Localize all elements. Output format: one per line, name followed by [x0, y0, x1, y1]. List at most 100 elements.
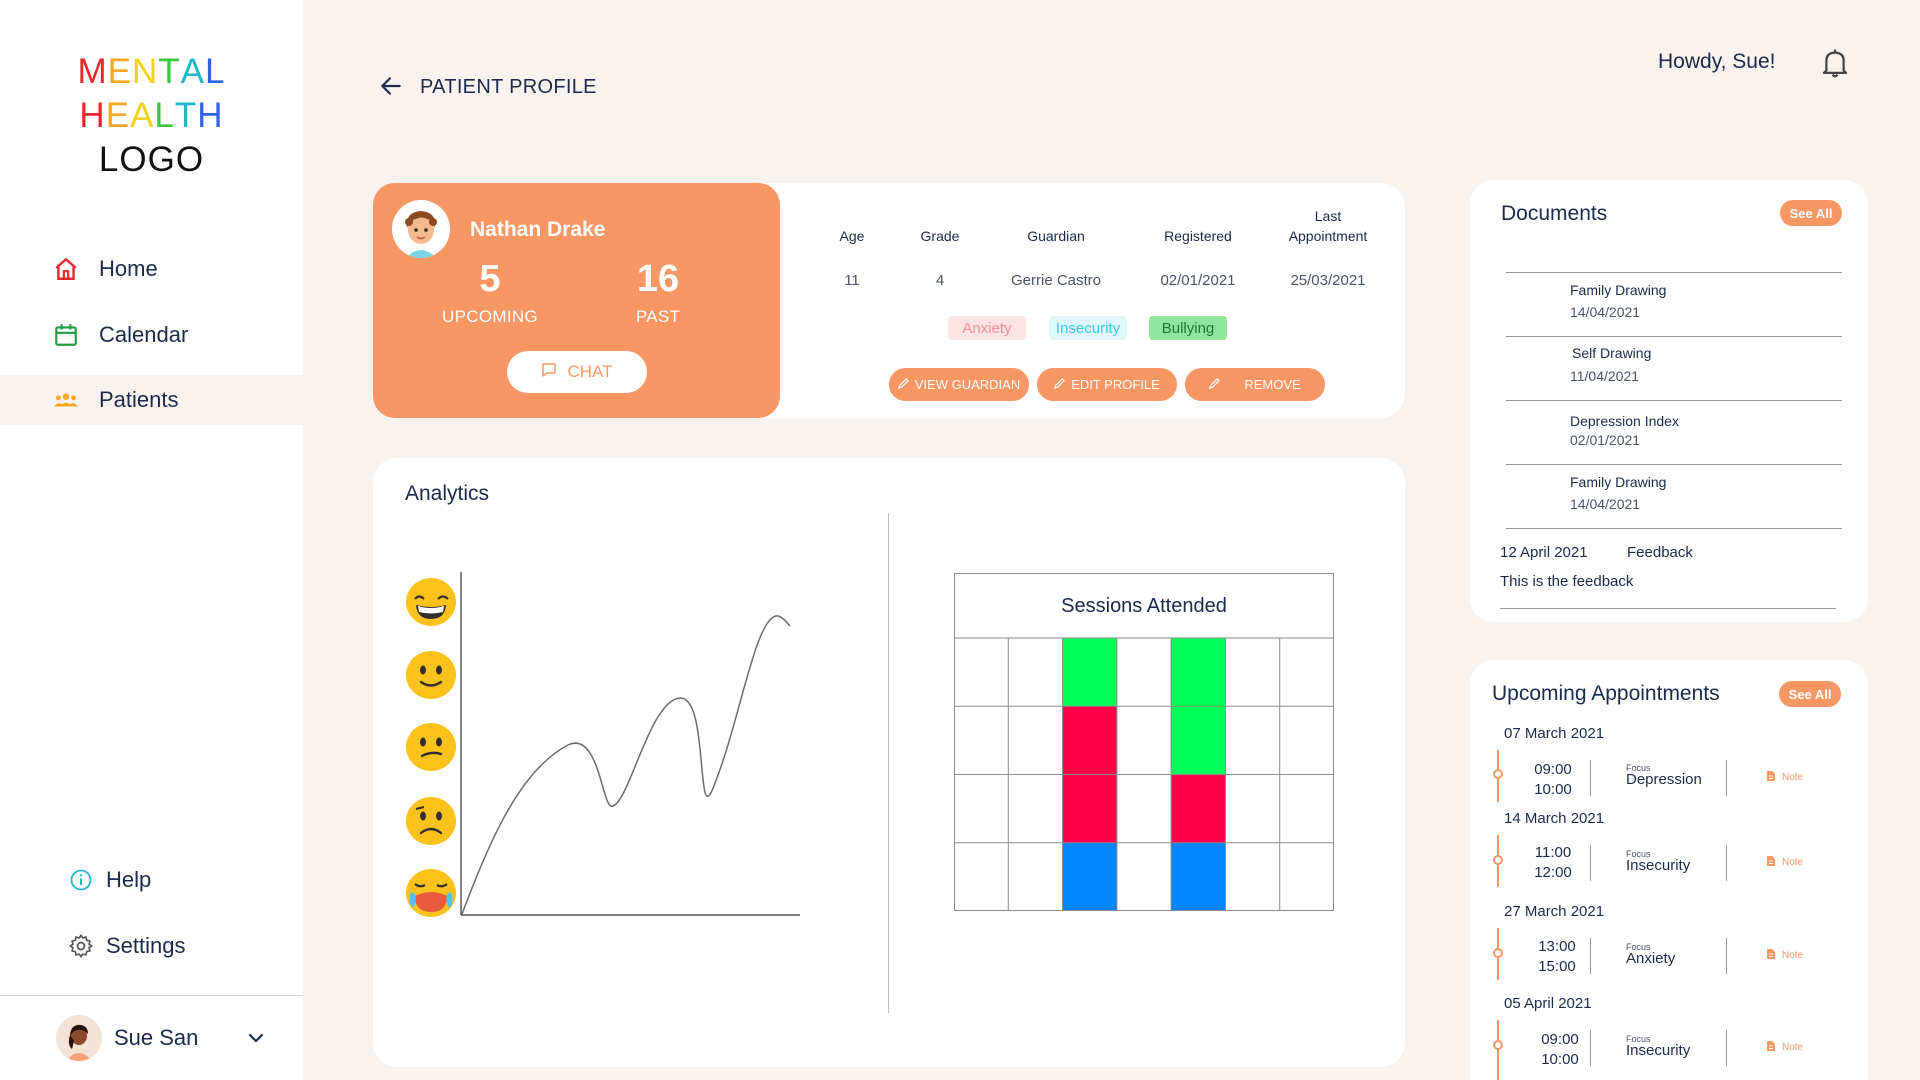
past-count: 16 — [636, 258, 680, 300]
document-name[interactable]: Self Drawing — [1572, 345, 1651, 361]
logo-line-3: LOGO — [98, 140, 205, 179]
guardian-header: Guardian — [1027, 228, 1085, 244]
timeline-line — [1497, 1020, 1499, 1080]
patient-name: Nathan Drake — [470, 218, 606, 241]
document-icon — [1766, 770, 1776, 785]
nav-patients-label: Patients — [99, 387, 179, 412]
note-button[interactable]: Note — [1766, 1040, 1803, 1055]
edit-profile-button[interactable]: EDIT PROFILE — [1037, 368, 1177, 401]
note-button[interactable]: Note — [1766, 770, 1803, 785]
last-appointment-header: Last Appointment — [1268, 206, 1388, 246]
analytics-title: Analytics — [405, 482, 490, 505]
view-guardian-label: VIEW GUARDIAN — [914, 377, 1021, 392]
session-cell — [1062, 638, 1117, 707]
bell-icon[interactable] — [1820, 47, 1850, 79]
documents-title: Documents — [1501, 202, 1608, 225]
document-date: 02/01/2021 — [1570, 432, 1641, 448]
nav-calendar[interactable]: Calendar — [0, 310, 303, 360]
appointment-separator — [1726, 845, 1727, 881]
home-icon — [53, 256, 79, 282]
past-label: PAST — [635, 307, 681, 326]
nav-help-label: Help — [106, 867, 152, 892]
age-header: Age — [839, 228, 865, 244]
appointment-start: 09:00 — [1534, 761, 1572, 778]
nav-patients[interactable]: Patients — [0, 375, 303, 425]
note-button[interactable]: Note — [1766, 855, 1803, 870]
appointment-time: 11:00 12:00 — [1523, 843, 1583, 883]
appointment-end: 12:00 — [1534, 864, 1572, 881]
appointments-see-all-button[interactable]: See All — [1779, 681, 1841, 707]
greeting: Howdy, Sue! — [1658, 50, 1776, 73]
appointment-start: 09:00 — [1541, 1031, 1579, 1048]
logo-line-2: HEALTH — [79, 96, 224, 135]
documents-see-all-button[interactable]: See All — [1780, 200, 1842, 226]
document-divider — [1506, 400, 1842, 401]
chat-button-label: CHAT — [567, 362, 613, 381]
nav-home-label: Home — [99, 256, 158, 281]
timeline-dot — [1493, 855, 1503, 865]
session-cell — [1062, 774, 1117, 843]
user-menu[interactable]: Sue San — [56, 1014, 276, 1062]
document-date: 14/04/2021 — [1570, 496, 1641, 512]
guardian-value: Gerrie Castro — [1010, 272, 1102, 289]
appointment-start: 13:00 — [1538, 938, 1576, 955]
feedback-label: Feedback — [1627, 544, 1693, 561]
user-name: Sue San — [114, 1025, 199, 1050]
info-icon — [68, 867, 94, 893]
focus-value: Depression — [1626, 771, 1702, 788]
last-appointment-value: 25/03/2021 — [1290, 272, 1366, 289]
document-name[interactable]: Family Drawing — [1570, 282, 1666, 298]
back-arrow-icon[interactable] — [378, 73, 404, 99]
appointment-time: 09:00 10:00 — [1530, 1030, 1590, 1070]
document-icon — [1766, 948, 1776, 963]
document-icon — [1766, 855, 1776, 870]
registered-header: Registered — [1164, 228, 1232, 244]
remove-button[interactable]: REMOVE — [1185, 368, 1325, 401]
note-label: Note — [1782, 950, 1804, 961]
appointment-start: 11:00 — [1534, 844, 1572, 861]
appointment-separator — [1590, 760, 1591, 796]
appointment-date: 07 March 2021 — [1504, 725, 1605, 742]
feedback-divider — [1500, 608, 1836, 609]
chevron-down-icon[interactable] — [246, 1028, 266, 1048]
nav-help[interactable]: Help — [0, 855, 303, 905]
appointment-date: 05 April 2021 — [1504, 995, 1592, 1012]
sessions-grid-border — [954, 573, 1334, 911]
appointment-end: 10:00 — [1541, 1051, 1579, 1068]
appointment-date: 14 March 2021 — [1504, 810, 1605, 827]
appointments-title: Upcoming Appointments — [1492, 682, 1720, 705]
logo: MENTAL HEALTH LOGO — [0, 50, 303, 182]
nav-settings[interactable]: Settings — [0, 921, 303, 971]
nav-settings-label: Settings — [106, 933, 186, 958]
feedback-text: This is the feedback — [1500, 573, 1634, 590]
chat-icon — [541, 362, 557, 383]
view-guardian-button[interactable]: VIEW GUARDIAN — [889, 368, 1029, 401]
note-button[interactable]: Note — [1766, 948, 1803, 963]
document-icon — [1766, 1040, 1776, 1055]
document-name[interactable]: Depression Index — [1570, 413, 1679, 429]
mood-trend-line — [461, 615, 791, 915]
appointment-date: 27 March 2021 — [1504, 903, 1605, 920]
timeline-dot — [1493, 948, 1503, 958]
document-divider — [1506, 464, 1842, 465]
grade-value: 4 — [935, 272, 945, 289]
patients-icon — [53, 387, 79, 413]
document-name[interactable]: Family Drawing — [1570, 474, 1666, 490]
pencil-icon — [1054, 377, 1066, 392]
sidebar: MENTAL HEALTH LOGO Home Calendar Patient… — [0, 0, 303, 1080]
feedback-date: 12 April 2021 — [1500, 544, 1588, 561]
sessions-attended-grid: Sessions Attended — [954, 573, 1334, 911]
appointment-separator — [1726, 760, 1727, 796]
appointment-time: 13:00 15:00 — [1527, 937, 1587, 977]
pencil-icon — [1209, 377, 1221, 392]
remove-label: REMOVE — [1244, 377, 1301, 392]
calendar-icon — [53, 322, 79, 348]
appointment-end: 15:00 — [1538, 958, 1576, 975]
session-cell — [1171, 706, 1226, 775]
focus-value: Anxiety — [1626, 950, 1676, 967]
session-cell — [1171, 842, 1226, 911]
tag-insecurity: Insecurity — [1049, 316, 1127, 340]
chat-button[interactable]: CHAT — [507, 351, 647, 393]
nav-home[interactable]: Home — [0, 244, 303, 294]
last-appointment-header-line-1: Last — [1314, 208, 1342, 224]
